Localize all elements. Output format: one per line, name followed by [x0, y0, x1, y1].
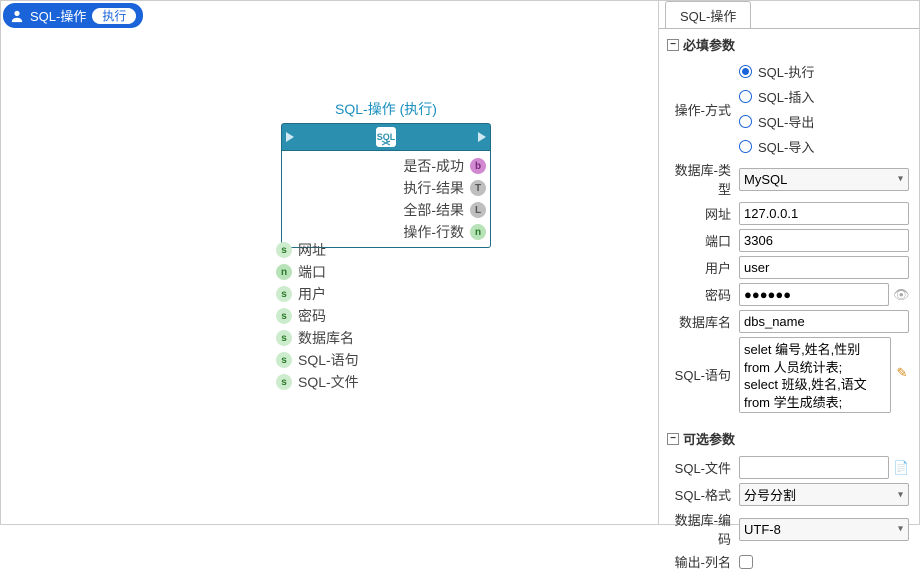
- label-sqlstmt: SQL-语句: [669, 337, 739, 384]
- node-input-row: s 用户: [276, 283, 359, 305]
- sqlstmt-textarea[interactable]: [739, 337, 891, 413]
- node-input-row: n 端口: [276, 261, 359, 283]
- radio-icon[interactable]: [739, 65, 752, 78]
- node-output-label: 操作-行数: [403, 222, 464, 242]
- node-inputs-column: s 网址 n 端口 s 用户 s 密码 s 数据库名 s SQL-语句 s SQL-文件: [276, 239, 359, 393]
- node-output-label: 是否-成功: [403, 156, 464, 176]
- mode-radio-option[interactable]: SQL-导入: [739, 137, 814, 156]
- node-exec-in-port[interactable]: [286, 132, 294, 142]
- label-dbenc: 数据库-编码: [669, 510, 739, 548]
- node-input-label: 密码: [298, 306, 326, 326]
- node-output-pin[interactable]: b: [470, 158, 486, 174]
- sqlformat-select[interactable]: [739, 483, 909, 506]
- radio-label: SQL-导出: [758, 112, 814, 131]
- mode-radio-option[interactable]: SQL-插入: [739, 87, 814, 106]
- node-input-pin[interactable]: s: [276, 286, 292, 302]
- password-input[interactable]: [739, 283, 889, 306]
- dbname-input[interactable]: [739, 310, 909, 333]
- node-input-pin[interactable]: n: [276, 264, 292, 280]
- exec-pill: 执行: [92, 8, 136, 24]
- edit-icon[interactable]: ✎: [895, 365, 909, 381]
- node-output-row: 执行-结果 T: [284, 177, 488, 199]
- file-icon[interactable]: 📄: [893, 460, 909, 476]
- node-input-row: s SQL-文件: [276, 371, 359, 393]
- label-dbtype: 数据库-类型: [669, 160, 739, 198]
- panel-tab[interactable]: SQL-操作: [665, 1, 751, 29]
- optional-section-title: 可选参数: [683, 429, 735, 448]
- node-output-row: 全部-结果 L: [284, 199, 488, 221]
- node-input-label: SQL-文件: [298, 372, 359, 392]
- node-header[interactable]: SQL: [281, 123, 491, 151]
- node-output-pin[interactable]: T: [470, 180, 486, 196]
- dbenc-select[interactable]: [739, 518, 909, 541]
- label-sqlformat: SQL-格式: [669, 485, 739, 504]
- node-input-pin[interactable]: s: [276, 242, 292, 258]
- radio-label: SQL-导入: [758, 137, 814, 156]
- node-exec-out-port[interactable]: [478, 132, 486, 142]
- node-input-pin[interactable]: s: [276, 330, 292, 346]
- node-output-label: 执行-结果: [403, 178, 464, 198]
- node-input-label: 用户: [298, 284, 326, 304]
- node-input-label: 端口: [298, 262, 326, 282]
- required-section-title: 必填参数: [683, 35, 735, 54]
- canvas-title-chip: SQL-操作 执行: [3, 3, 143, 28]
- label-mode: 操作-方式: [669, 100, 739, 119]
- required-section-header[interactable]: − 必填参数: [659, 29, 919, 56]
- node-input-pin[interactable]: s: [276, 308, 292, 324]
- node-body: 是否-成功 b 执行-结果 T 全部-结果 L 操作-行数 n: [281, 151, 491, 248]
- node-input-label: SQL-语句: [298, 350, 359, 370]
- node-output-pin[interactable]: n: [470, 224, 486, 240]
- label-user: 用户: [669, 258, 739, 277]
- user-input[interactable]: [739, 256, 909, 279]
- mode-radio-option[interactable]: SQL-执行: [739, 62, 814, 81]
- radio-label: SQL-插入: [758, 87, 814, 106]
- sqlfile-input[interactable]: [739, 456, 889, 479]
- node-output-label: 全部-结果: [403, 200, 464, 220]
- radio-icon[interactable]: [739, 90, 752, 103]
- person-icon: [10, 9, 24, 23]
- sql-tool-icon: SQL: [376, 127, 396, 147]
- port-input[interactable]: [739, 229, 909, 252]
- node-input-row: s SQL-语句: [276, 349, 359, 371]
- label-dbname: 数据库名: [669, 312, 739, 331]
- node-title: SQL-操作 (执行): [281, 99, 491, 119]
- label-outcols: 输出-列名: [669, 552, 739, 571]
- node-input-row: s 数据库名: [276, 327, 359, 349]
- label-password: 密码: [669, 285, 739, 304]
- radio-label: SQL-执行: [758, 62, 814, 81]
- host-input[interactable]: [739, 202, 909, 225]
- outcols-checkbox[interactable]: [739, 555, 753, 569]
- node-input-pin[interactable]: s: [276, 352, 292, 368]
- optional-section-header[interactable]: − 可选参数: [659, 423, 919, 450]
- canvas-title-text: SQL-操作: [30, 6, 86, 25]
- label-port: 端口: [669, 231, 739, 250]
- node-input-row: s 密码: [276, 305, 359, 327]
- node-input-row: s 网址: [276, 239, 359, 261]
- node-output-pin[interactable]: L: [470, 202, 486, 218]
- properties-panel: SQL-操作 − 必填参数 操作-方式 SQL-执行SQL-插入SQL-导出SQ…: [659, 1, 919, 524]
- canvas[interactable]: SQL-操作 执行 SQL-操作 (执行) SQL 是否-成功 b 执行-结果 T 全部…: [1, 1, 659, 524]
- radio-icon[interactable]: [739, 140, 752, 153]
- node-input-label: 数据库名: [298, 328, 354, 348]
- label-host: 网址: [669, 204, 739, 223]
- mode-radio-option[interactable]: SQL-导出: [739, 112, 814, 131]
- node-input-pin[interactable]: s: [276, 374, 292, 390]
- mode-radio-group: SQL-执行 SQL-插入 SQL-导出 SQL-导入: [739, 62, 814, 156]
- dbtype-select[interactable]: [739, 168, 909, 191]
- collapse-icon[interactable]: −: [667, 433, 679, 445]
- eye-icon[interactable]: 👁: [893, 287, 909, 303]
- node-input-label: 网址: [298, 240, 326, 260]
- label-sqlfile: SQL-文件: [669, 458, 739, 477]
- node-sql-operate[interactable]: SQL-操作 (执行) SQL 是否-成功 b 执行-结果 T 全部-结果 L 操作-行数 n: [281, 99, 491, 248]
- node-output-row: 是否-成功 b: [284, 155, 488, 177]
- collapse-icon[interactable]: −: [667, 39, 679, 51]
- radio-icon[interactable]: [739, 115, 752, 128]
